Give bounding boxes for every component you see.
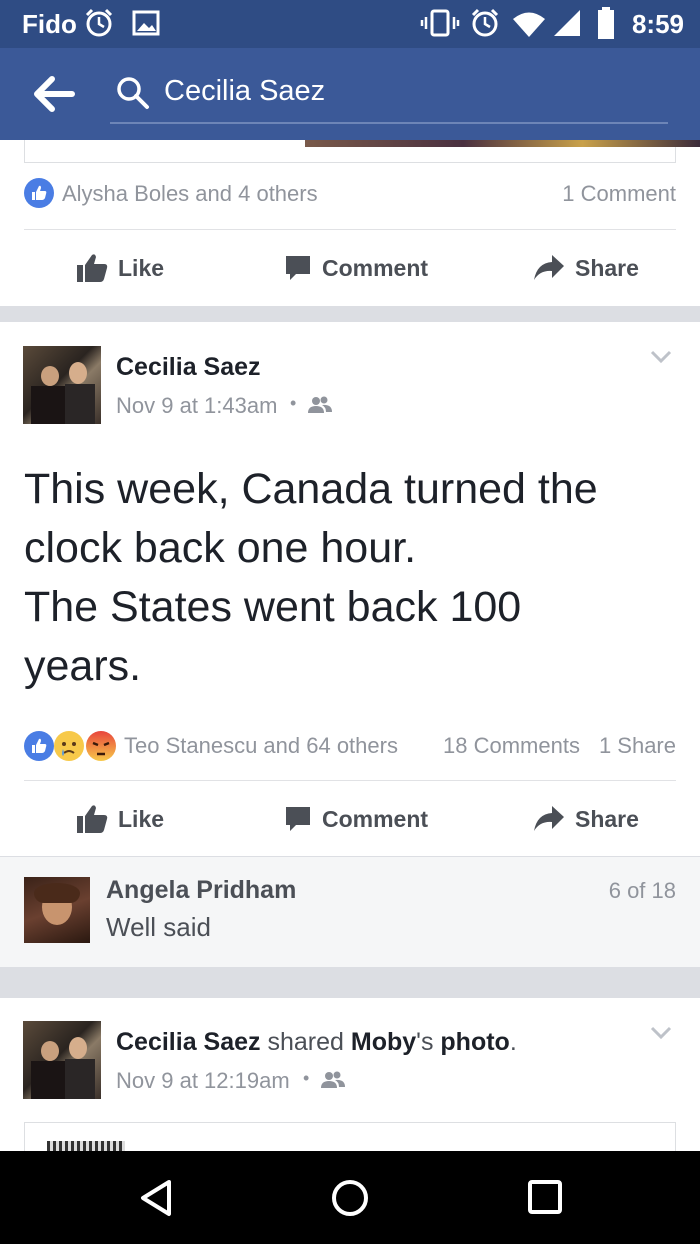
angry-reaction-icon	[86, 731, 116, 761]
comment-preview[interactable]: Angela Pridham Well said 6 of 18	[0, 857, 700, 967]
post-timestamp[interactable]: Nov 9 at 1:43am	[116, 393, 277, 419]
meta-separator: •	[290, 393, 297, 413]
cell-signal-icon	[554, 10, 580, 36]
period: .	[509, 1028, 517, 1056]
comments-count[interactable]: 18 Comments	[443, 733, 580, 759]
reaction-icons[interactable]	[24, 730, 120, 762]
like-button[interactable]: Like	[76, 781, 164, 857]
post-body-line: This week, Canada turned the	[24, 465, 598, 513]
reactions-summary[interactable]: Alysha Boles and 4 others	[62, 181, 318, 207]
post-body-line: clock back one hour.	[24, 524, 417, 572]
friends-audience-icon	[321, 1071, 345, 1088]
page-name-link[interactable]: Moby	[351, 1028, 416, 1056]
comment-counter: 6 of 18	[608, 878, 676, 903]
post-card-2: Cecilia Saez Nov 9 at 1:43am • This week…	[0, 322, 700, 856]
author-avatar[interactable]	[23, 1021, 101, 1099]
action-bar: Like Comment Share	[0, 781, 700, 857]
recents-square-icon[interactable]	[527, 1179, 563, 1215]
reactions-summary[interactable]: Teo Stanescu and 64 others	[124, 733, 398, 759]
thumbs-up-icon	[77, 805, 108, 833]
share-button[interactable]: Share	[533, 230, 639, 306]
search-icon	[117, 77, 149, 109]
media-image-edge	[305, 140, 700, 147]
alarm-clock-icon	[85, 8, 113, 37]
wifi-icon	[513, 12, 545, 37]
arrow-left-icon[interactable]	[30, 74, 76, 114]
shared-media-box[interactable]	[24, 140, 700, 163]
like-badge-icon	[24, 731, 54, 761]
alarm-icon	[471, 8, 499, 37]
battery-icon	[598, 7, 614, 39]
share-label: Share	[575, 254, 639, 281]
comment-bubble-icon	[286, 256, 310, 280]
post-card-3: Cecilia Saez shared Moby's photo. Nov 9 …	[0, 998, 700, 1152]
vibrate-icon	[420, 9, 460, 37]
search-app-bar: Cecilia Saez	[0, 48, 700, 140]
system-nav-bar	[0, 1151, 700, 1244]
comment-button[interactable]: Comment	[284, 230, 428, 306]
back-triangle-icon[interactable]	[138, 1179, 174, 1217]
comment-button[interactable]: Comment	[284, 781, 428, 857]
post-body-line: The States went back 100	[24, 583, 522, 631]
share-button[interactable]: Share	[533, 781, 639, 857]
shares-count[interactable]: 1 Share	[599, 733, 676, 759]
status-bar: Fido 8:59	[0, 0, 700, 48]
comment-bubble-icon	[286, 807, 310, 831]
possessive-suffix: 's	[416, 1028, 434, 1056]
search-input[interactable]: Cecilia Saez	[164, 75, 325, 108]
thumbs-up-icon	[77, 254, 108, 282]
like-badge-icon	[24, 178, 54, 208]
comment-label: Comment	[322, 254, 429, 281]
comment-text: Well said	[106, 912, 212, 942]
share-arrow-icon	[534, 255, 564, 280]
clock-time: 8:59	[631, 9, 684, 39]
friends-audience-icon	[308, 396, 332, 413]
shared-media-box[interactable]	[24, 1122, 676, 1152]
post-author-name[interactable]: Cecilia Saez	[116, 353, 261, 382]
commenter-name[interactable]: Angela Pridham	[106, 876, 296, 905]
meta-separator: •	[303, 1068, 310, 1088]
commenter-avatar[interactable]	[24, 877, 90, 943]
image-notification-icon	[132, 10, 160, 36]
like-label: Like	[118, 254, 165, 281]
author-avatar[interactable]	[23, 346, 101, 424]
home-circle-icon[interactable]	[331, 1179, 369, 1217]
post-timestamp[interactable]: Nov 9 at 12:19am	[116, 1068, 290, 1094]
photo-link[interactable]: photo	[440, 1028, 509, 1056]
search-underline	[110, 122, 668, 124]
post-author-name[interactable]: Cecilia Saez	[116, 1028, 261, 1056]
comment-label: Comment	[322, 805, 429, 832]
action-bar: Like Comment Share	[0, 230, 700, 306]
sad-reaction-icon	[54, 731, 84, 761]
like-label: Like	[118, 805, 165, 832]
chevron-down-icon[interactable]	[650, 350, 672, 364]
carrier-label: Fido	[22, 9, 77, 39]
post-card-1: Alysha Boles and 4 others 1 Comment Like…	[0, 140, 700, 306]
chevron-down-icon[interactable]	[650, 1026, 672, 1040]
shared-word: shared	[267, 1028, 344, 1056]
like-button[interactable]: Like	[76, 230, 164, 306]
comments-count[interactable]: 1 Comment	[562, 181, 676, 207]
share-arrow-icon	[534, 806, 564, 831]
share-label: Share	[575, 805, 639, 832]
shared-headline: Cecilia Saez shared Moby's photo.	[116, 1028, 517, 1057]
post-body: This week, Canada turned the clock back …	[24, 460, 598, 696]
post-body-line: years.	[24, 642, 142, 690]
